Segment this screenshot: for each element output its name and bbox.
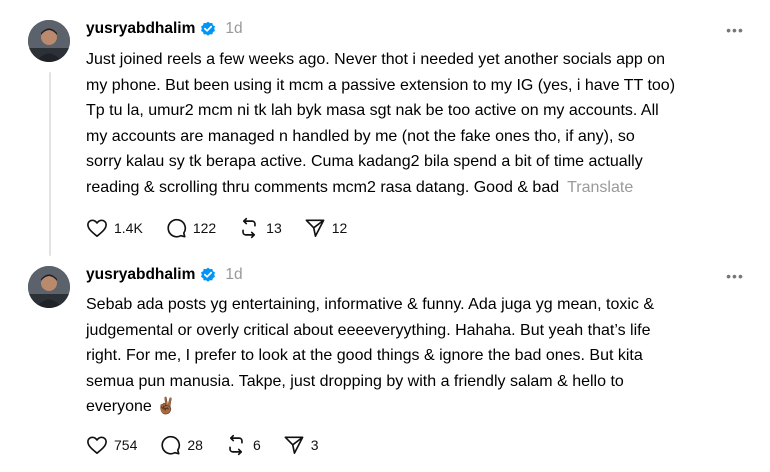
post-text-line: everyone ✌🏾 [86, 398, 177, 415]
send-icon [305, 219, 325, 237]
avatar[interactable] [28, 20, 70, 62]
post-text-line-content: reading & scrolling thru comments mcm2 r… [86, 178, 560, 196]
like-button[interactable]: 754 [86, 435, 137, 455]
post-header: yusryabdhalim 1d [86, 18, 243, 40]
reply-count: 122 [192, 220, 217, 236]
repost-button[interactable]: 13 [238, 217, 282, 239]
post-timestamp: 1d [225, 266, 243, 283]
username[interactable]: yusryabdhalim [86, 266, 195, 284]
like-button[interactable]: 1.4K [86, 218, 143, 238]
reply-count: 28 [187, 437, 203, 453]
post-text-line: Sebab ada posts yg entertaining, informa… [86, 296, 655, 313]
more-options-icon[interactable]: ••• [724, 20, 746, 40]
profile-photo-icon [28, 20, 70, 62]
avatar[interactable] [28, 266, 70, 308]
like-count: 754 [114, 437, 138, 453]
profile-photo-icon [28, 266, 70, 308]
post-actions: 1.4K 122 13 12 [86, 216, 369, 240]
reply-button[interactable]: 122 [165, 217, 216, 239]
repost-count: 13 [266, 220, 282, 236]
post-text-line: Just joined reels a few weeks ago. Never… [86, 51, 666, 68]
like-count: 1.4K [114, 220, 143, 236]
verified-badge-icon [201, 267, 216, 282]
repost-button[interactable]: 6 [225, 434, 261, 456]
more-options-icon[interactable]: ••• [724, 266, 746, 286]
repost-icon [242, 217, 256, 239]
post-text-line: sorry kalau sy tk berapa active. Cuma ka… [86, 153, 643, 170]
heart-icon [87, 219, 107, 237]
post-text-line: right. For me, I prefer to look at the g… [86, 347, 643, 364]
repost-icon [229, 434, 243, 456]
username[interactable]: yusryabdhalim [86, 20, 195, 38]
post-text: Just joined reels a few weeks ago. Never… [86, 47, 754, 200]
post-text-line: my accounts are managed n handled by me … [86, 127, 635, 145]
post-text-line: judgemental or overly critical about eee… [86, 321, 651, 339]
post-text-line: reading & scrolling thru comments mcm2 r… [86, 175, 754, 201]
post-timestamp: 1d [225, 20, 243, 37]
post-text-line: my phone. But been using it mcm a passiv… [86, 76, 676, 94]
comment-icon [167, 218, 186, 238]
comment-icon [161, 435, 181, 455]
heart-icon [87, 436, 107, 454]
send-icon [284, 436, 304, 454]
verified-badge-icon [201, 21, 216, 36]
reply-button[interactable]: 28 [159, 434, 203, 456]
post-actions: 754 28 6 3 [86, 433, 341, 457]
post-text-line: Tp tu la, umur2 mcm ni tk lah byk masa s… [86, 102, 659, 119]
post-header: yusryabdhalim 1d [86, 264, 243, 286]
share-count: 12 [331, 220, 348, 236]
post-text: Sebab ada posts yg entertaining, informa… [86, 292, 754, 420]
translate-link[interactable]: Translate [567, 179, 633, 196]
thread-connector-line [49, 72, 51, 256]
post-text-line: semua pun manusia. Takpe, just dropping … [86, 372, 624, 390]
share-button[interactable]: 3 [283, 435, 319, 455]
share-button[interactable]: 12 [304, 218, 348, 238]
repost-count: 6 [252, 437, 261, 453]
share-count: 3 [310, 437, 319, 453]
